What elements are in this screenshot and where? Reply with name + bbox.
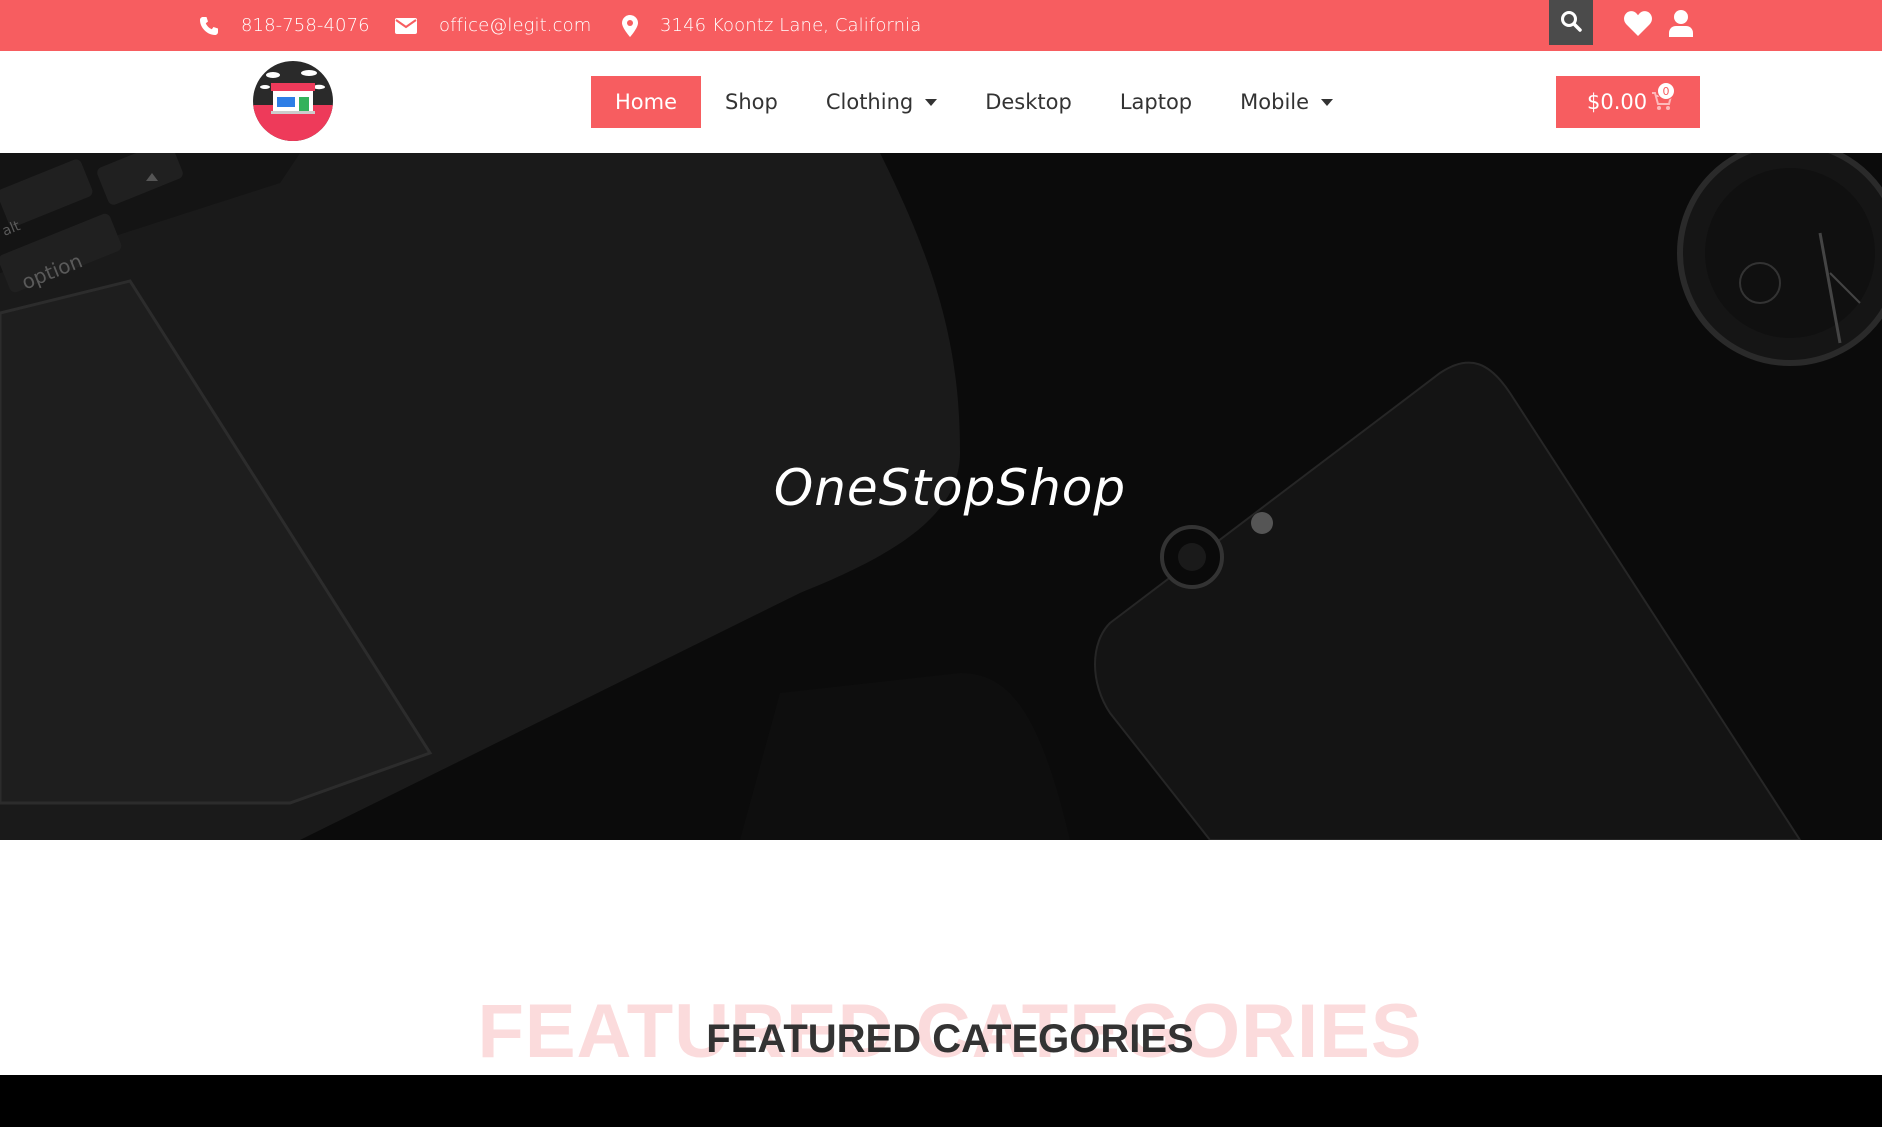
nav-home-label: Home (615, 90, 678, 114)
cart-button[interactable]: $0.00 0 (1556, 76, 1700, 128)
envelope-icon (395, 17, 417, 34)
nav-clothing[interactable]: Clothing (802, 76, 961, 128)
nav-desktop-label: Desktop (985, 90, 1072, 114)
account-button[interactable] (1669, 10, 1693, 41)
nav-clothing-label: Clothing (825, 90, 914, 114)
phone-number: 818-758-4076 (241, 15, 370, 36)
top-contact-bar: 818-758-4076 office@legit.com 3146 Koont… (0, 0, 1882, 51)
search-icon (1560, 10, 1582, 36)
phone-contact[interactable]: 818-758-4076 (199, 0, 370, 51)
caret-down-icon (1321, 98, 1334, 106)
email-address: office@legit.com (439, 15, 592, 36)
email-contact[interactable]: office@legit.com (395, 0, 591, 51)
search-button[interactable] (1549, 0, 1593, 45)
hero-title: OneStopShop (773, 459, 1127, 517)
map-pin-icon (622, 14, 638, 37)
cart-total: $0.00 (1587, 90, 1648, 114)
next-section-strip (0, 1075, 1882, 1127)
address-text: 3146 Koontz Lane, California (660, 15, 922, 36)
nav-mobile-label: Mobile (1240, 90, 1310, 114)
featured-categories-section: FEATURED CATEGORIES FEATURED CATEGORIES (0, 840, 1882, 1075)
phone-icon (199, 16, 219, 36)
nav-shop[interactable]: Shop (701, 76, 802, 128)
nav-laptop[interactable]: Laptop (1096, 76, 1216, 128)
wishlist-button[interactable] (1624, 11, 1652, 41)
address-contact[interactable]: 3146 Koontz Lane, California (622, 0, 921, 51)
hero-banner: option alt OneStopShop (0, 153, 1882, 840)
main-navigation: Home Shop Clothing Desktop Laptop Mobile (591, 76, 1357, 128)
featured-heading: FEATURED CATEGORIES (706, 1017, 1194, 1061)
nav-home[interactable]: Home (591, 76, 702, 128)
caret-down-icon (925, 98, 938, 106)
nav-shop-label: Shop (725, 90, 778, 114)
nav-mobile[interactable]: Mobile (1216, 76, 1357, 128)
heart-icon (1624, 11, 1652, 41)
main-header: Home Shop Clothing Desktop Laptop Mobile… (0, 51, 1882, 153)
nav-desktop[interactable]: Desktop (961, 76, 1096, 128)
store-logo[interactable] (253, 61, 333, 141)
nav-laptop-label: Laptop (1119, 90, 1193, 114)
user-icon (1669, 10, 1693, 41)
cart-count-badge: 0 (1657, 82, 1675, 100)
